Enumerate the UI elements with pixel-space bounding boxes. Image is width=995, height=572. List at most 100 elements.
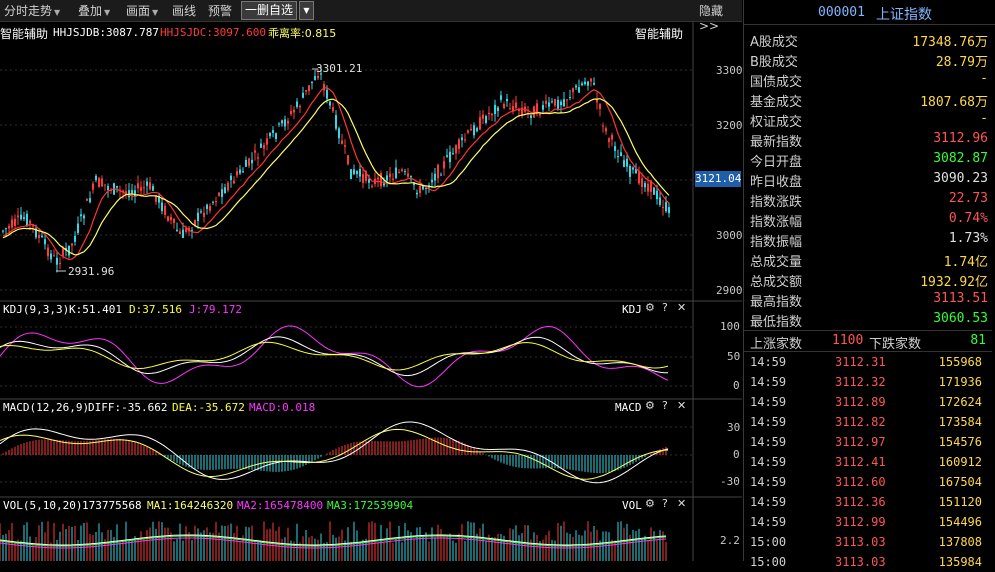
vol-right-label: VOL — [622, 499, 642, 512]
advance-count: 1100 — [832, 333, 864, 348]
candle-body — [347, 155, 349, 165]
menu-overlay-label: 叠加 — [78, 4, 103, 18]
candle-body — [83, 215, 85, 219]
tick-volume: 173584 — [938, 415, 982, 429]
candle-body — [395, 167, 397, 179]
tick-volume: 135984 — [938, 555, 982, 569]
candle-body — [182, 229, 184, 238]
macd-diff-label: DIFF:-35.662 — [88, 401, 168, 414]
menu-overlay[interactable]: 叠加 ▼ — [78, 2, 110, 19]
menu-intraday[interactable]: 分时走势 ▼ — [4, 2, 60, 19]
candle-body — [377, 177, 379, 180]
tick-volume: 160912 — [938, 455, 982, 469]
candle-body — [356, 170, 358, 175]
help-icon[interactable]: ? — [662, 497, 668, 510]
candle-body — [437, 164, 439, 179]
kdj-d-line — [0, 341, 669, 371]
advance-label: 上涨家数 — [750, 337, 803, 352]
candle-body — [230, 175, 232, 180]
candle-body — [77, 223, 79, 233]
help-icon[interactable]: ? — [662, 301, 668, 314]
candle-body — [485, 116, 487, 123]
tick-row: 15:00 3113.03 137808 — [744, 532, 992, 552]
candle-body — [467, 130, 469, 133]
close-icon[interactable]: ✕ — [677, 497, 686, 510]
candle-body — [458, 139, 460, 149]
candle-body — [542, 105, 544, 110]
macd-tick: -30 — [720, 475, 740, 488]
kdj-tick: 50 — [727, 350, 741, 363]
kdj-k-label: K:51.401 — [69, 303, 122, 316]
tick-time: 14:59 — [750, 415, 787, 429]
kdj-j-label: J:79.172 — [189, 303, 242, 316]
stat-value: - — [980, 111, 988, 126]
candle-body — [506, 98, 508, 102]
kdj-j-line — [0, 325, 669, 388]
tick-volume: 172624 — [938, 395, 982, 409]
index-code: 000001 — [818, 5, 865, 20]
candle-body — [53, 255, 55, 257]
vol-ma1-label: MA1:164246320 — [147, 499, 234, 512]
candle-body — [212, 201, 214, 203]
stat-label: 指数振幅 — [750, 235, 803, 250]
candle-body — [614, 146, 616, 151]
tick-volume: 151120 — [938, 495, 982, 509]
kdj-tick: 100 — [720, 320, 740, 333]
candle-body — [602, 125, 604, 127]
macd-diff-line — [0, 421, 669, 484]
stat-value: 3082.87 — [933, 151, 988, 166]
candle-body — [632, 167, 634, 170]
candle-body — [389, 173, 391, 178]
tick-volume: 137808 — [938, 535, 982, 549]
close-icon[interactable]: ✕ — [677, 301, 686, 314]
tick-row: 14:59 3112.31 155968 — [744, 352, 992, 372]
candle-body — [545, 100, 547, 104]
candle-body — [8, 225, 10, 229]
quote-header: 000001 上证指数 — [744, 0, 995, 25]
candle-body — [50, 253, 52, 260]
tick-row: 15:00 3113.03 135984 — [744, 552, 992, 572]
stat-row: 最新指数 3112.96 — [744, 129, 992, 150]
stat-value: 0.74% — [948, 211, 988, 226]
candle-body — [488, 112, 490, 115]
stat-label: 今日开盘 — [750, 155, 803, 170]
candle-body — [17, 215, 19, 218]
tick-time: 14:59 — [750, 495, 787, 509]
macd-right-label: MACD — [615, 401, 642, 414]
candle-body — [185, 228, 187, 232]
candle-body — [44, 239, 46, 245]
close-icon[interactable]: ✕ — [677, 399, 686, 412]
candle-body — [167, 216, 169, 221]
macd-tick: 30 — [727, 421, 741, 434]
stat-row: 最低指数 3060.53 — [744, 309, 992, 330]
menu-alert[interactable]: 预警 — [208, 2, 232, 19]
candle-body — [269, 133, 271, 137]
candle-body — [590, 78, 592, 82]
chart-area[interactable]: 智能辅助 HHJSJDB:3087.787 HHJSJDC:3097.600 乖… — [0, 22, 743, 561]
candle-body — [557, 99, 559, 110]
candle-body — [515, 102, 517, 108]
tick-volume: 154576 — [938, 435, 982, 449]
tick-price: 3112.99 — [835, 515, 886, 529]
candle-body — [344, 145, 346, 147]
candle-body — [368, 179, 370, 183]
gear-icon[interactable]: ⚙ — [645, 301, 655, 314]
watchlist-dropdown-icon[interactable]: ▼ — [299, 1, 314, 20]
menu-draw-line[interactable]: 画线 — [172, 2, 196, 19]
gear-icon[interactable]: ⚙ — [645, 399, 655, 412]
menu-view[interactable]: 画面 ▼ — [126, 2, 158, 19]
gear-icon[interactable]: ⚙ — [645, 497, 655, 510]
delete-watchlist-button[interactable]: 一删自选 — [241, 1, 298, 20]
tick-time: 14:59 — [750, 455, 787, 469]
help-icon[interactable]: ? — [662, 399, 668, 412]
candle-body — [209, 205, 211, 211]
advance-decline-row: 上涨家数 1100 下跌家数 81 — [744, 330, 992, 352]
stat-value: 28.79万 — [935, 55, 988, 70]
kdj-title: KDJ(9,3,3) — [3, 303, 70, 316]
candle-body — [500, 95, 502, 100]
jdc-label: HHJSJDC:3097.600 — [160, 26, 266, 39]
kline-chart[interactable] — [0, 22, 742, 561]
candle-body — [233, 180, 235, 184]
candle-body — [221, 189, 223, 197]
candle-body — [134, 190, 136, 197]
